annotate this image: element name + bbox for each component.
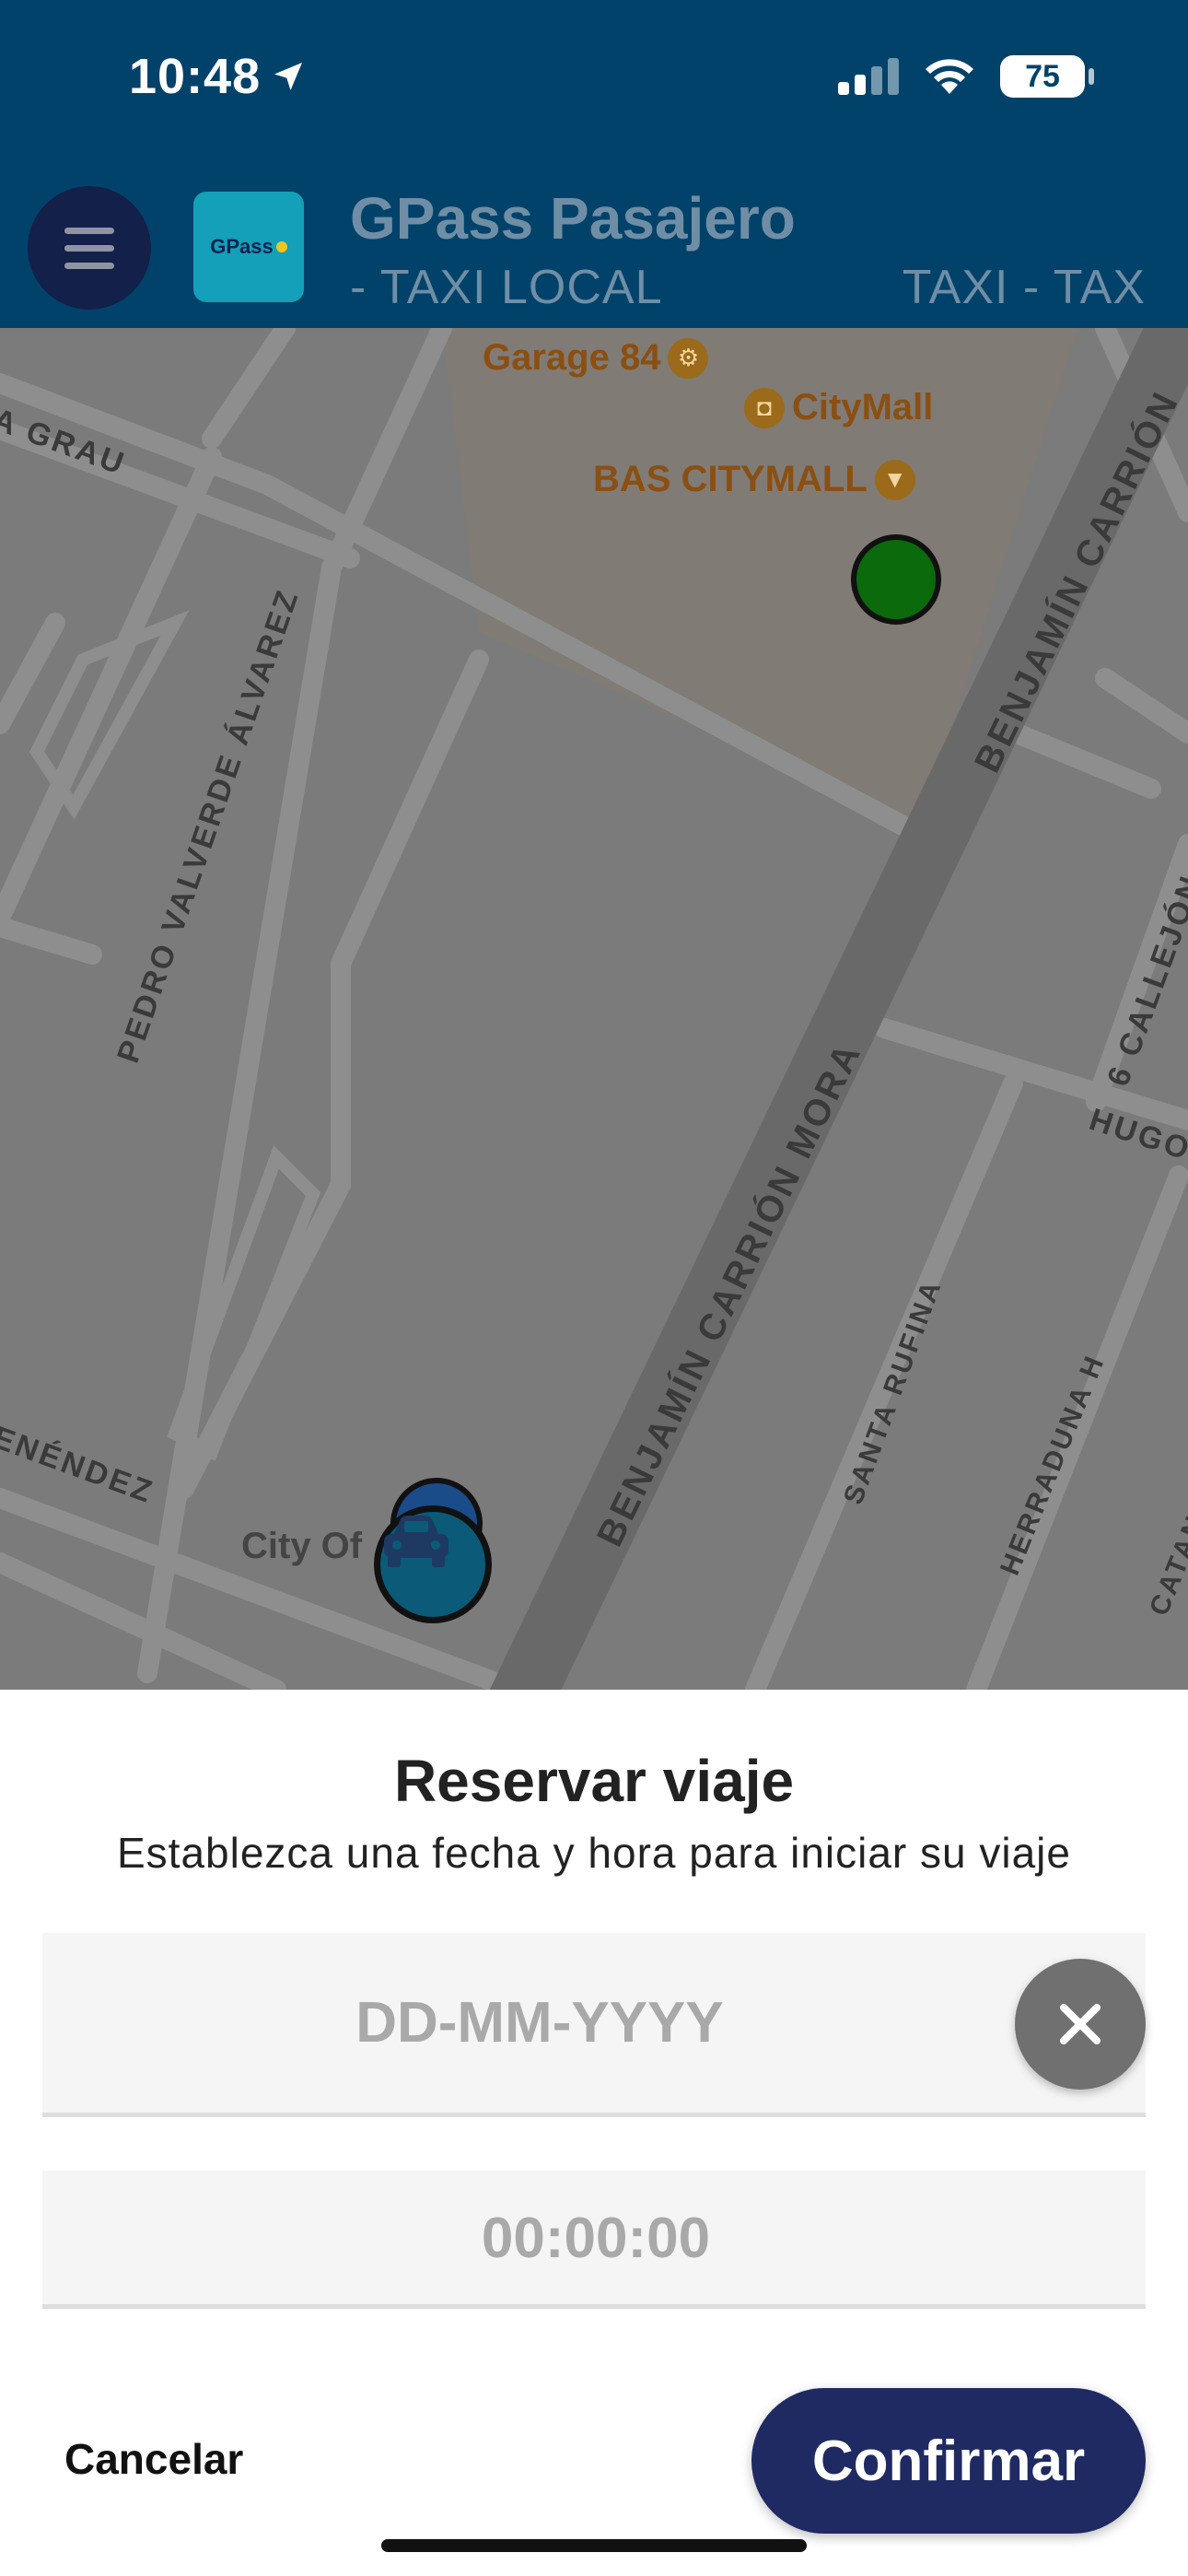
poi-label: Garage 84 xyxy=(483,337,661,378)
date-input[interactable] xyxy=(42,1933,1146,2113)
map-roads xyxy=(0,328,1188,1690)
shopping-bag-icon: ◘ xyxy=(744,387,785,428)
confirm-button[interactable]: Confirmar xyxy=(751,2388,1146,2534)
time-input[interactable] xyxy=(42,2171,1149,2306)
car-icon xyxy=(384,1516,448,1567)
hamburger-icon-line xyxy=(64,227,114,234)
menu-button[interactable] xyxy=(28,186,151,310)
battery-level: 75 xyxy=(1025,58,1060,94)
poi-label: BAS CITYMALL xyxy=(593,459,868,499)
status-bar-time: 10:48 xyxy=(129,48,307,105)
app-subtitle-right: TAXI - TAX xyxy=(902,261,1146,314)
sheet-subtitle: Establezca una fecha y hora para iniciar… xyxy=(116,1829,1071,1877)
close-icon xyxy=(1060,2004,1101,2044)
app-logo: GPass xyxy=(193,192,304,302)
date-field[interactable] xyxy=(42,1933,1146,2117)
poi-bas-citymall[interactable]: BAS CITYMALL ▼ xyxy=(593,459,915,500)
signal-icon xyxy=(838,58,899,95)
map-view[interactable]: Garage 84 ⚙ ◘ CityMall BAS CITYMALL ▼ A … xyxy=(0,328,1188,1690)
status-time-text: 10:48 xyxy=(129,49,262,104)
wifi-icon xyxy=(926,59,973,94)
app-header: 10:48 75 GPass GPass Pasajero - TAXI LOC… xyxy=(0,0,1188,328)
app-title: GPass Pasajero xyxy=(350,185,796,252)
clothing-icon: ▼ xyxy=(874,459,915,500)
hamburger-icon-line xyxy=(64,262,114,269)
sheet-title: Reservar viaje xyxy=(393,1748,795,1814)
pin-icon xyxy=(275,241,287,252)
clear-date-button[interactable] xyxy=(1015,1959,1146,2090)
location-arrow-icon xyxy=(274,63,303,90)
status-bar-indicators: 75 xyxy=(838,55,1094,98)
home-indicator[interactable] xyxy=(381,2539,807,2552)
app-subtitle: - TAXI LOCAL xyxy=(350,261,663,314)
battery-icon: 75 xyxy=(1000,55,1094,98)
reservation-sheet: Reservar viaje Establezca una fecha y ho… xyxy=(0,1690,1188,2576)
car-service-icon: ⚙ xyxy=(668,337,709,379)
time-field[interactable] xyxy=(42,2171,1149,2309)
poi-citymall[interactable]: ◘ CityMall xyxy=(744,387,933,428)
car-marker[interactable] xyxy=(374,1505,492,1623)
logo-text: GPass xyxy=(210,235,274,258)
hamburger-icon-line xyxy=(64,244,114,252)
pickup-marker[interactable] xyxy=(851,534,941,625)
cancel-button[interactable]: Cancelar xyxy=(64,2434,243,2484)
poi-label: CityMall xyxy=(792,387,934,427)
poi-garage-84[interactable]: Garage 84 ⚙ xyxy=(483,337,709,379)
place-label: City Of xyxy=(241,1526,363,1566)
